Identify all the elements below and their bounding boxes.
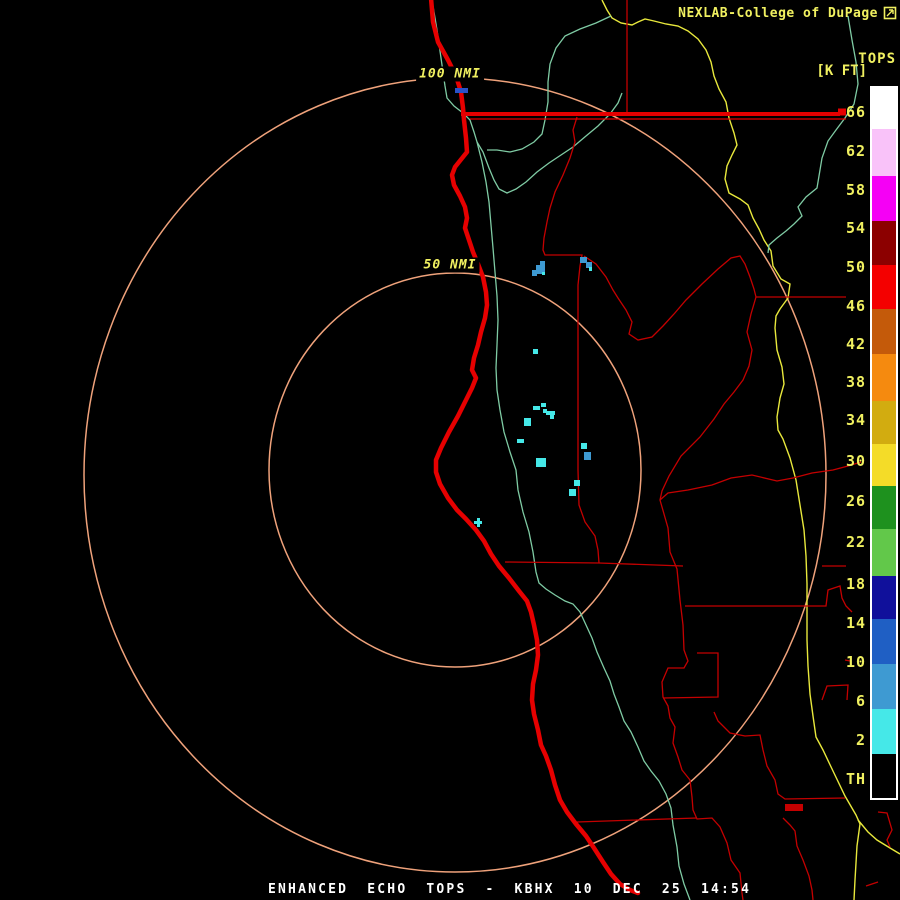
scale-band — [872, 309, 896, 354]
color-scale-bands — [872, 88, 896, 798]
color-scale-labels: 66625854504642383430262218141062TH — [818, 0, 866, 900]
scale-label: 30 — [818, 452, 866, 470]
scale-band — [872, 221, 896, 265]
county-border-southeast-path — [577, 712, 845, 900]
scale-label: 46 — [818, 297, 866, 315]
river-loop-path — [487, 16, 611, 152]
county-corner-dashes-path — [866, 812, 892, 886]
scale-band — [872, 401, 896, 444]
scale-band — [872, 486, 896, 529]
scale-band — [872, 88, 896, 129]
county-rectangle-path — [663, 653, 718, 698]
county-line-horizontal-a-path — [505, 562, 683, 566]
county-thick-segment — [785, 804, 803, 811]
scale-label: 38 — [818, 373, 866, 391]
color-scale-bar — [870, 86, 898, 800]
scale-label: 34 — [818, 411, 866, 429]
river-inland-branch-path — [477, 93, 622, 193]
scale-band — [872, 619, 896, 664]
scale-label: 6 — [818, 692, 866, 710]
scale-label: 18 — [818, 575, 866, 593]
product-caption: ENHANCED ECHO TOPS - KBHX 10 DEC 25 14:5… — [268, 882, 751, 897]
scale-band — [872, 664, 896, 709]
scale-label: 62 — [818, 142, 866, 160]
radar-map — [0, 0, 900, 900]
scale-band — [872, 754, 896, 798]
coastline-path — [431, 0, 638, 893]
scale-band — [872, 529, 896, 576]
scale-band — [872, 176, 896, 221]
scale-label: 58 — [818, 181, 866, 199]
scale-label: 42 — [818, 335, 866, 353]
scale-label: 26 — [818, 492, 866, 510]
scale-band — [872, 265, 896, 309]
range-ring-100nmi — [84, 78, 826, 872]
scale-label: TH — [818, 770, 866, 788]
scale-band — [872, 576, 896, 619]
county-border-mid-path — [584, 256, 846, 340]
scale-band — [872, 444, 896, 486]
scale-band — [872, 354, 896, 401]
county-border-south-path — [660, 297, 756, 900]
cod-logo-icon — [883, 5, 897, 20]
scale-band — [872, 709, 896, 754]
scale-label: 2 — [818, 731, 866, 749]
river-coastal-path — [433, 6, 690, 900]
scale-label: 50 — [818, 258, 866, 276]
scale-label: 54 — [818, 219, 866, 237]
range-ring-label-50nmi: 50 NMI — [421, 258, 480, 273]
range-ring-50nmi — [269, 273, 641, 667]
county-border-west-path — [543, 117, 599, 563]
scale-label: 66 — [818, 103, 866, 121]
scale-label: 10 — [818, 653, 866, 671]
radar-display: NEXLAB-College of DuPage TOPS [K FT] 666… — [0, 0, 900, 900]
range-ring-label-100nmi: 100 NMI — [416, 67, 484, 82]
scale-label: 22 — [818, 533, 866, 551]
scale-band — [872, 129, 896, 176]
scale-label: 14 — [818, 614, 866, 632]
